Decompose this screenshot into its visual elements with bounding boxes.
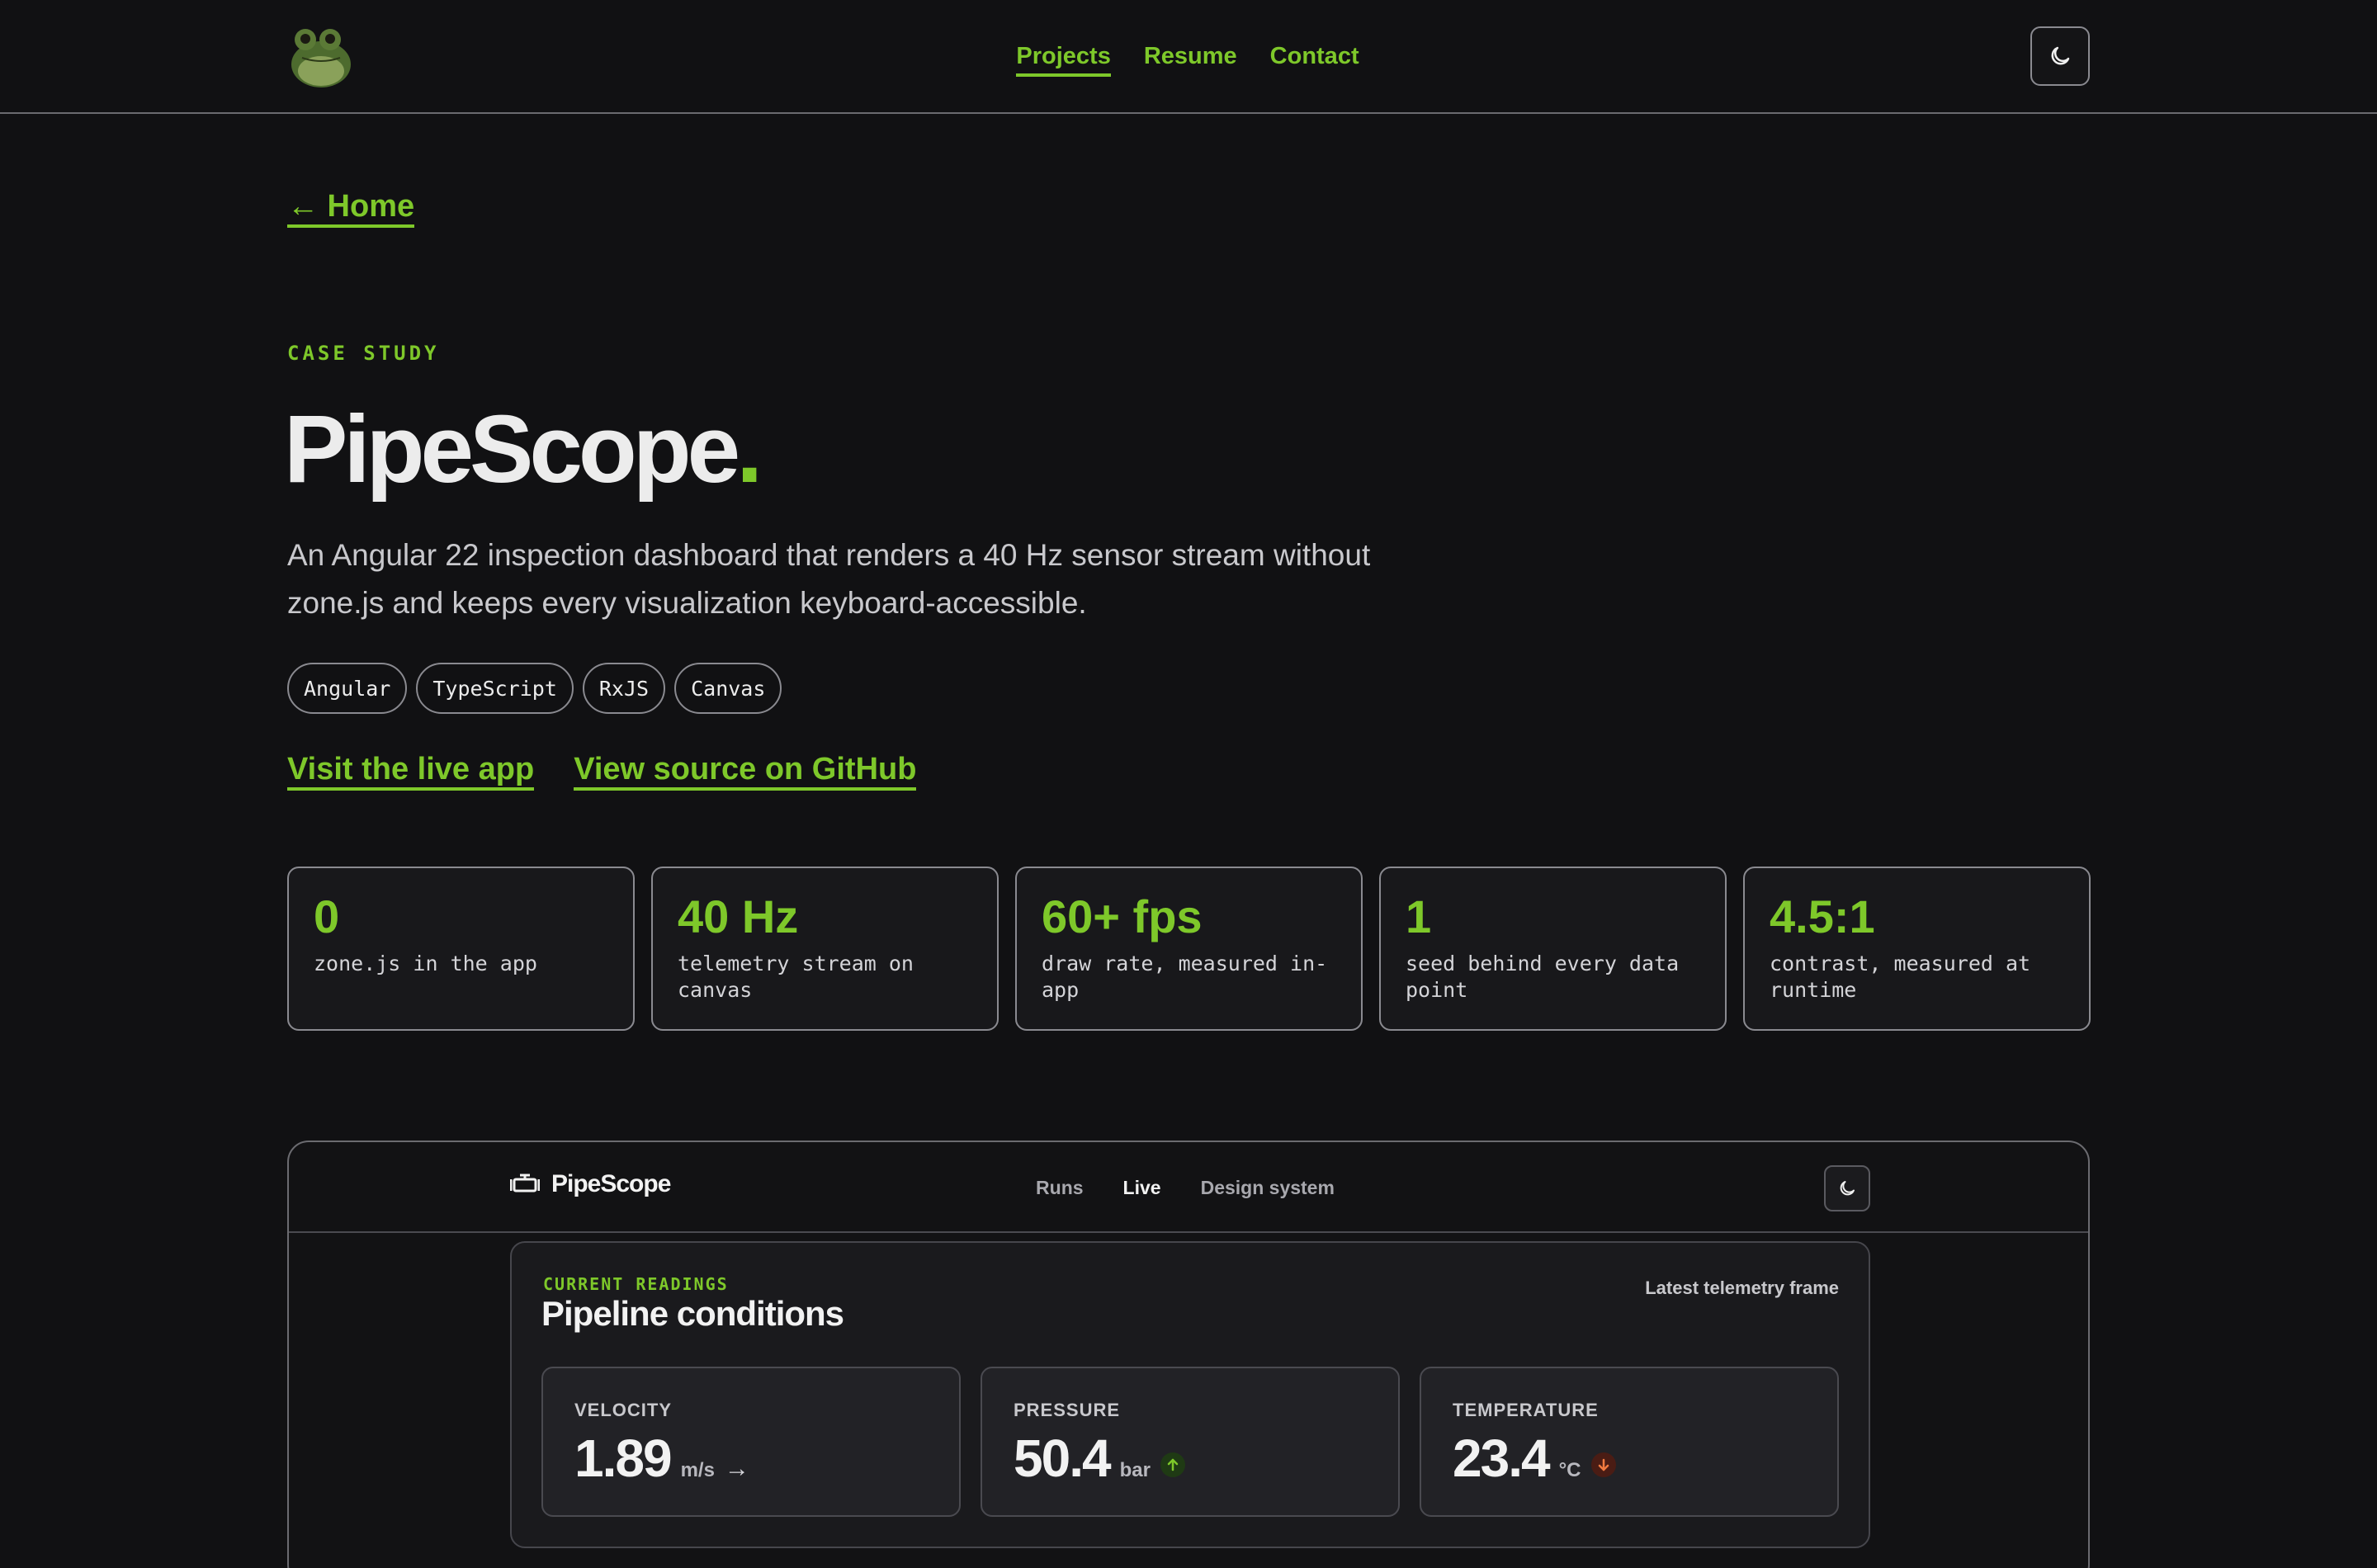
reading-value: 23.4: [1453, 1429, 1551, 1488]
nav-item-contact[interactable]: Contact: [1270, 43, 1359, 77]
nav-item-resume[interactable]: Resume: [1144, 43, 1237, 77]
main-nav: Projects Resume Contact: [0, 43, 2377, 77]
stat-card: 4.5:1 contrast, measured at runtime: [1743, 867, 2091, 1031]
reading-card-temperature: TEMPERATURE 23.4 °C: [1420, 1367, 1839, 1517]
stat-value: 4.5:1: [1770, 890, 1875, 942]
pipeline-conditions-panel: CURRENT READINGS Pipeline conditions Lat…: [510, 1241, 1870, 1548]
stat-value: 0: [314, 890, 340, 942]
stat-card: 1 seed behind every data point: [1379, 867, 1727, 1031]
reading-unit: bar: [1119, 1459, 1151, 1481]
reading-card-pressure: PRESSURE 50.4 bar: [981, 1367, 1400, 1517]
preview-nav-design-system[interactable]: Design system: [1201, 1177, 1335, 1199]
stats-row: 0 zone.js in the app 40 Hz telemetry str…: [287, 867, 2091, 1031]
tag-angular: Angular: [287, 663, 408, 714]
stat-label: zone.js in the app: [314, 952, 537, 975]
moon-icon: [2051, 46, 2070, 65]
stat-label: contrast, measured at runtime: [1770, 952, 2031, 1002]
arrow-down-icon: [1590, 1452, 1616, 1477]
tag-rxjs: RxJS: [582, 663, 666, 714]
page-title-dot: .: [736, 395, 763, 503]
panel-meta: Latest telemetry frame: [1645, 1278, 1839, 1298]
page-title: PipeScope.: [284, 391, 763, 507]
stat-card: 40 Hz telemetry stream on canvas: [651, 867, 999, 1031]
arrow-right-icon: →: [724, 1455, 749, 1482]
app-preview: PipeScope Runs Live Design system CURREN…: [287, 1141, 2090, 1568]
preview-header: PipeScope Runs Live Design system: [289, 1142, 2088, 1233]
tag-canvas: Canvas: [674, 663, 782, 714]
project-links: Visit the live app View source on GitHub: [287, 751, 917, 791]
page-description: An Angular 22 inspection dashboard that …: [287, 538, 1371, 620]
reading-unit: m/s: [680, 1459, 715, 1481]
reading-value: 50.4: [1014, 1429, 1112, 1488]
back-home-link[interactable]: ← Home: [287, 190, 415, 228]
stat-value: 40 Hz: [678, 890, 799, 942]
reading-label: PRESSURE: [1014, 1400, 1121, 1420]
reading-label: VELOCITY: [574, 1400, 673, 1420]
stat-card: 60+ fps draw rate, measured in-app: [1015, 867, 1363, 1031]
stat-value: 1: [1406, 890, 1432, 942]
panel-eyebrow: CURRENT READINGS: [543, 1274, 729, 1294]
stat-label: seed behind every data point: [1406, 952, 1680, 1002]
arrow-up-icon: [1160, 1452, 1185, 1477]
preview-theme-toggle-button[interactable]: [1824, 1165, 1870, 1211]
stat-value: 60+ fps: [1042, 890, 1203, 942]
preview-nav-runs[interactable]: Runs: [1036, 1177, 1084, 1199]
moon-icon: [1840, 1181, 1855, 1196]
readings-row: VELOCITY 1.89 m/s → PRESSURE 50.4 bar TE…: [541, 1367, 1839, 1517]
github-source-link[interactable]: View source on GitHub: [574, 751, 917, 791]
nav-item-projects[interactable]: Projects: [1016, 43, 1111, 77]
tag-typescript: TypeScript: [416, 663, 574, 714]
panel-title: Pipeline conditions: [541, 1294, 844, 1333]
preview-nav-live[interactable]: Live: [1123, 1177, 1161, 1199]
theme-toggle-button[interactable]: [2030, 26, 2090, 86]
reading-value: 1.89: [574, 1429, 673, 1488]
case-study-eyebrow: CASE STUDY: [287, 342, 440, 365]
stat-label: draw rate, measured in-app: [1042, 952, 1328, 1002]
reading-label: TEMPERATURE: [1453, 1400, 1599, 1420]
stat-card: 0 zone.js in the app: [287, 867, 635, 1031]
reading-unit: °C: [1558, 1459, 1581, 1481]
live-app-link[interactable]: Visit the live app: [287, 751, 535, 791]
stat-label: telemetry stream on canvas: [678, 952, 914, 1002]
reading-card-velocity: VELOCITY 1.89 m/s →: [541, 1367, 961, 1517]
tech-tags: Angular TypeScript RxJS Canvas: [287, 663, 782, 714]
site-header: Projects Resume Contact: [0, 0, 2377, 114]
preview-nav: Runs Live Design system: [289, 1177, 2088, 1199]
page-title-text: PipeScope: [284, 395, 740, 503]
